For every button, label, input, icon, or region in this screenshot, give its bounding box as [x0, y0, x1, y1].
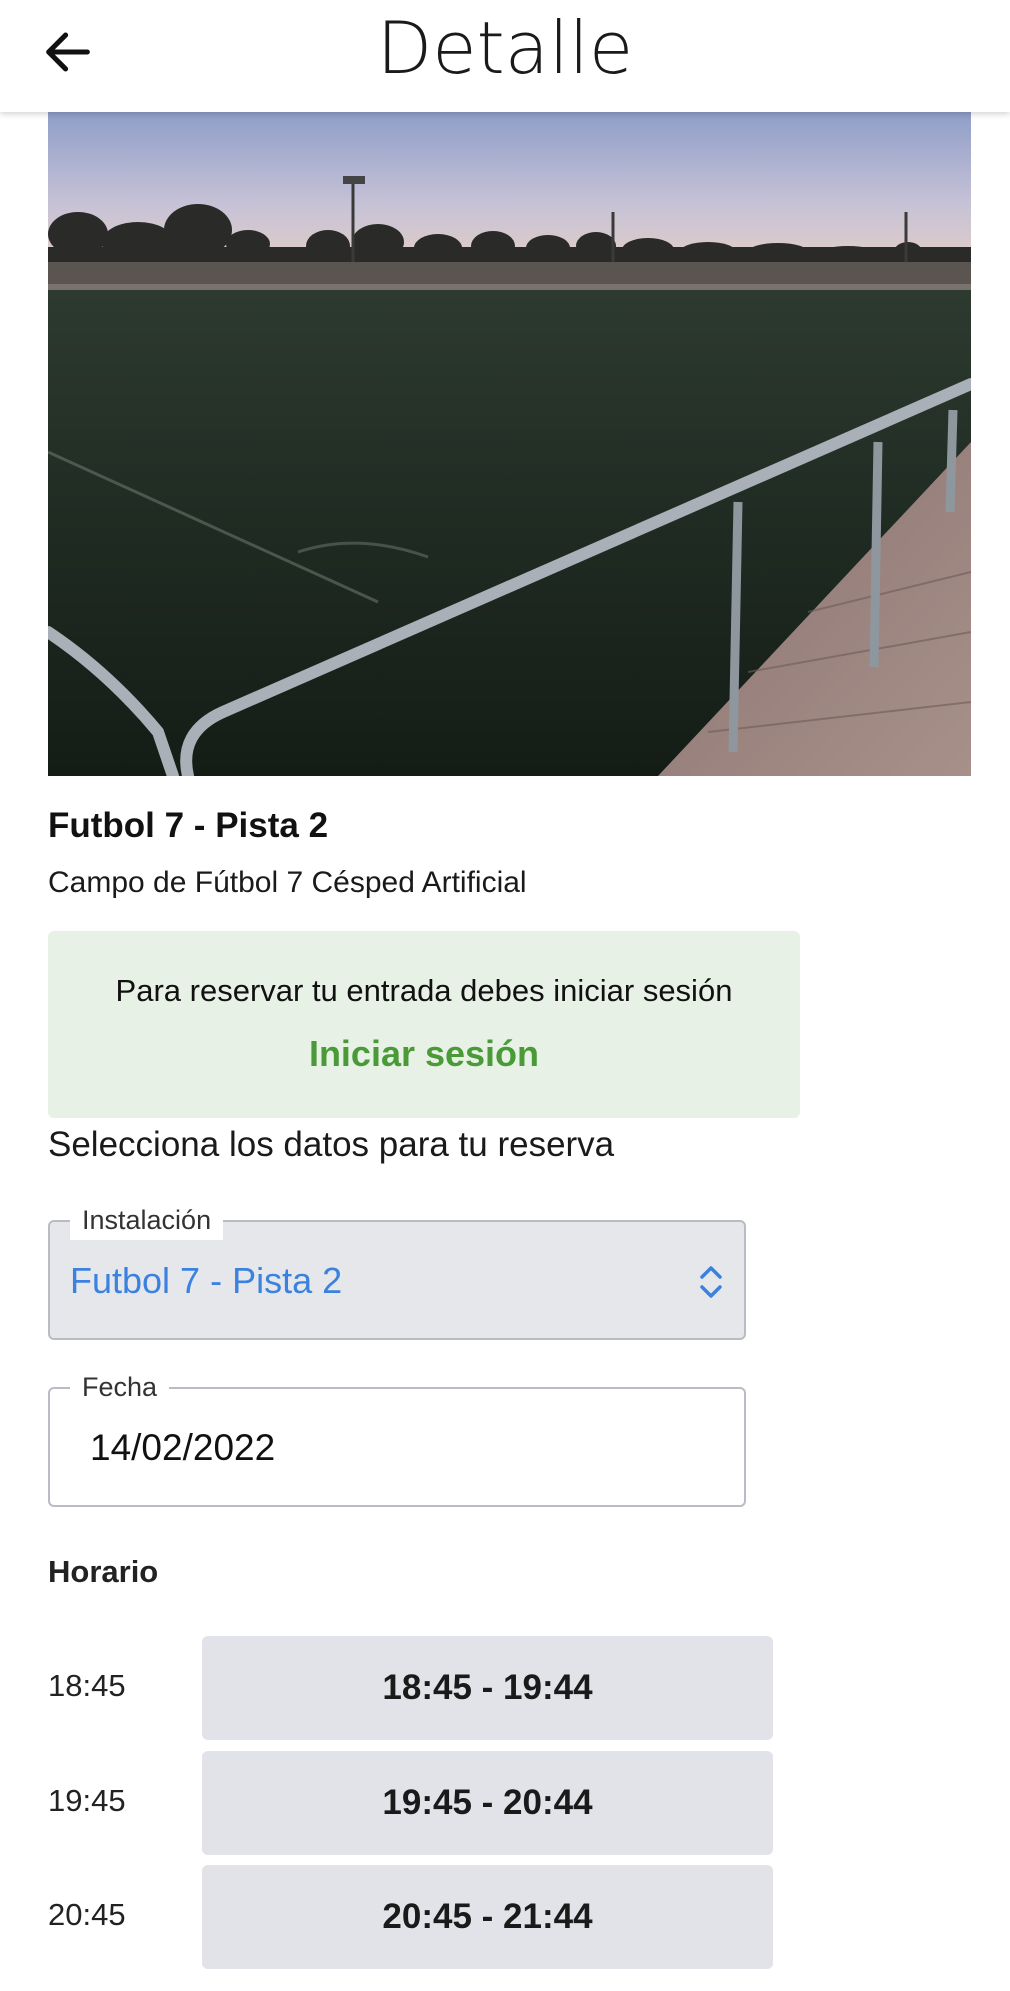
login-link[interactable]: Iniciar sesión — [48, 1033, 800, 1075]
facility-photo — [48, 112, 971, 776]
time-slot-row: 20:45 20:45 - 21:44 — [0, 1865, 1010, 1969]
time-slot-button[interactable]: 19:45 - 20:44 — [202, 1751, 773, 1855]
date-field[interactable]: Fecha 14/02/2022 — [48, 1367, 746, 1507]
time-slot-button[interactable]: 18:45 - 19:44 — [202, 1636, 773, 1740]
installation-select[interactable]: Instalación Futbol 7 - Pista 2 — [48, 1200, 746, 1340]
slot-start-time: 20:45 — [48, 1897, 126, 1932]
slot-start-time: 18:45 — [48, 1668, 126, 1703]
time-slot-row: 18:45 18:45 - 19:44 — [0, 1636, 1010, 1740]
login-banner: Para reservar tu entrada debes iniciar s… — [48, 931, 800, 1118]
slot-start-time: 19:45 — [48, 1783, 126, 1818]
booking-section-title: Selecciona los datos para tu reserva — [48, 1125, 615, 1164]
facility-description: Campo de Fútbol 7 Césped Artificial — [48, 866, 527, 899]
page-title: Detalle — [376, 6, 634, 90]
installation-label: Instalación — [70, 1200, 224, 1240]
date-value: 14/02/2022 — [90, 1427, 276, 1468]
chevron-up-down-icon — [700, 1266, 722, 1298]
time-slot-row: 19:45 19:45 - 20:44 — [0, 1751, 1010, 1855]
schedule-title: Horario — [48, 1554, 159, 1589]
facility-name: Futbol 7 - Pista 2 — [48, 806, 329, 845]
date-label: Fecha — [70, 1367, 170, 1407]
app-header: Detalle — [0, 0, 1010, 112]
time-slot-button[interactable]: 20:45 - 21:44 — [202, 1865, 773, 1969]
detail-page: Detalle Futbol 7 - Pista 2 Campo de Fútb… — [0, 0, 1010, 1991]
installation-value: Futbol 7 - Pista 2 — [70, 1260, 343, 1301]
login-message: Para reservar tu entrada debes iniciar s… — [115, 973, 733, 1008]
